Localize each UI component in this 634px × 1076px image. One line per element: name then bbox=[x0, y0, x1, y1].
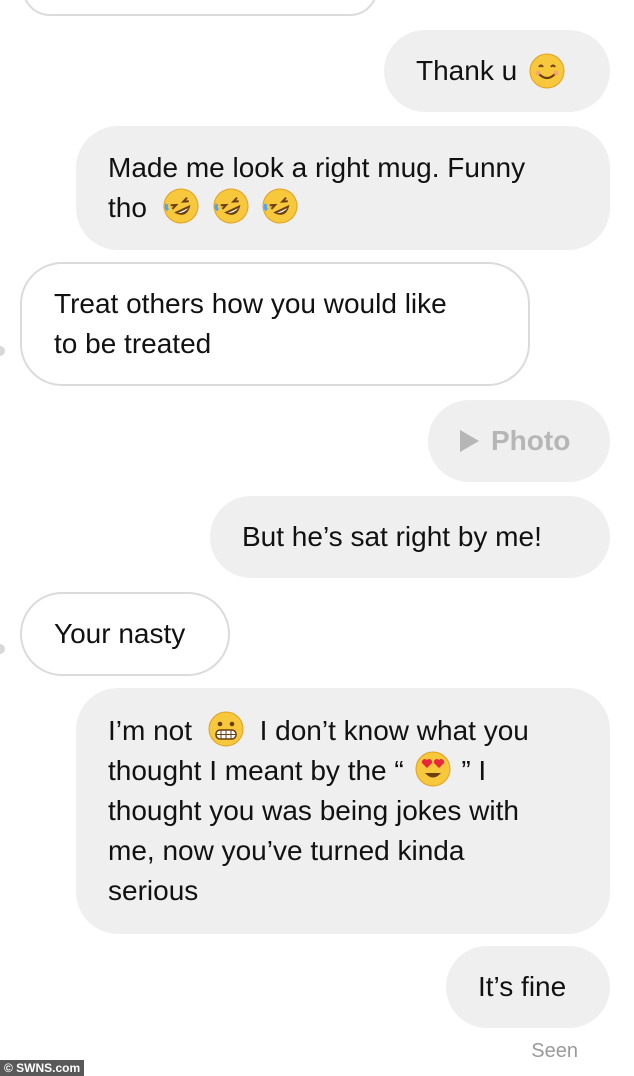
message-text-line: I’m not I don’t know what you bbox=[108, 711, 529, 751]
message-text-line: to be treated bbox=[54, 328, 212, 359]
message-text-line: Made me look a right mug. Funny bbox=[108, 152, 526, 183]
message-text-line: Treat others how you would like bbox=[54, 288, 447, 319]
heart-eyes-icon bbox=[415, 751, 451, 787]
message-bubble-outgoing[interactable]: Made me look a right mug. Funny tho bbox=[76, 126, 610, 250]
message-text-line: serious bbox=[108, 875, 199, 906]
rofl-icon bbox=[163, 188, 199, 224]
message-text: But he’s sat right by me! bbox=[242, 521, 542, 552]
message-bubble-outgoing[interactable]: But he’s sat right by me! bbox=[210, 496, 610, 578]
message-bubble-incoming[interactable]: Treat others how you would like to be tr… bbox=[20, 262, 530, 386]
message-text: Thank u bbox=[416, 55, 518, 86]
rofl-icon bbox=[213, 188, 248, 224]
message-bubble-outgoing[interactable]: It’s fine bbox=[446, 946, 610, 1028]
grimacing-face-icon bbox=[208, 711, 244, 747]
previous-message-bubble bbox=[22, 0, 378, 16]
avatar-edge bbox=[0, 644, 5, 654]
message-text-line: me, now you’ve turned kinda bbox=[108, 835, 465, 866]
message-text-line: thought I meant by the “ ” I bbox=[108, 751, 486, 791]
photo-label: Photo bbox=[491, 425, 571, 456]
watermark: © SWNS.com bbox=[0, 1060, 85, 1076]
message-text-line: tho bbox=[108, 188, 301, 228]
message-text: It’s fine bbox=[478, 971, 567, 1002]
rofl-icon bbox=[262, 188, 298, 224]
smiling-face-icon bbox=[529, 53, 565, 89]
avatar-edge bbox=[0, 346, 5, 356]
photo-message-bubble[interactable]: Photo bbox=[428, 400, 610, 482]
message-bubble-outgoing[interactable]: I’m not I don’t know what you thought I … bbox=[76, 688, 610, 934]
seen-status: Seen bbox=[531, 1040, 578, 1062]
message-bubble-incoming[interactable]: Your nasty bbox=[20, 592, 230, 676]
message-text: Your nasty bbox=[54, 618, 186, 649]
message-text-line: thought you was being jokes with bbox=[108, 795, 519, 826]
message-bubble-outgoing[interactable]: Thank u bbox=[384, 30, 610, 112]
play-icon bbox=[460, 430, 479, 452]
